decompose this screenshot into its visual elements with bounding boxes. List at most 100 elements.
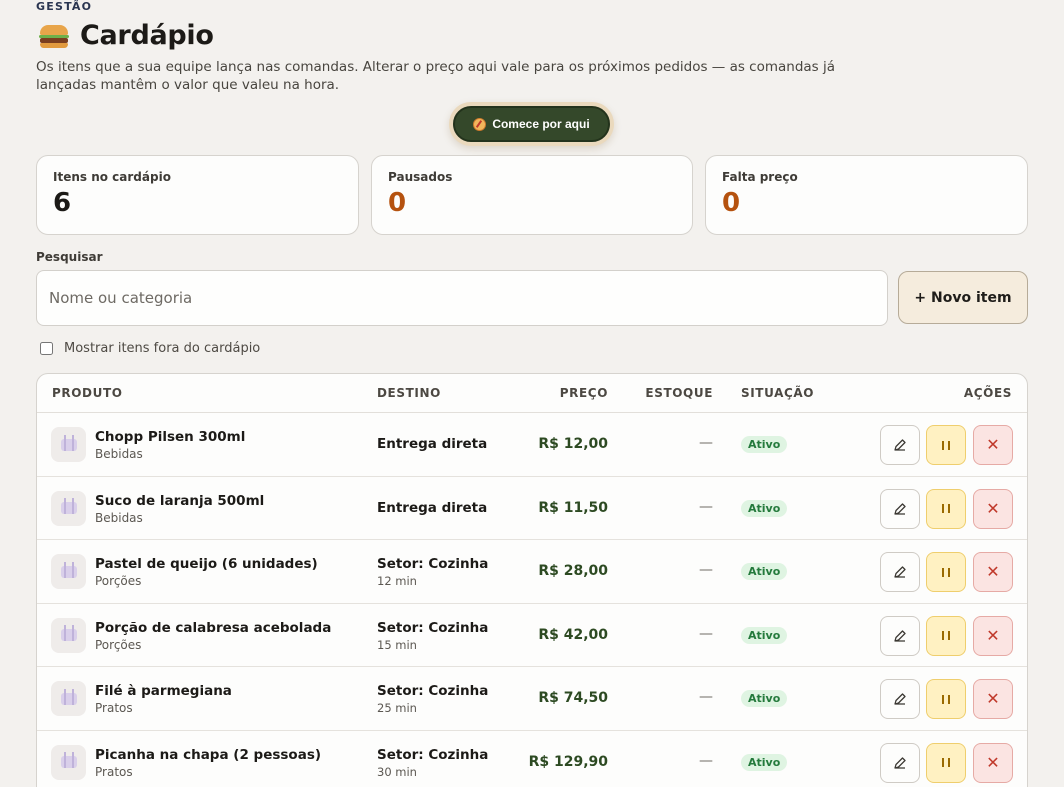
delete-button[interactable]: ✕ <box>973 488 1013 529</box>
stat-card-paused: Pausados 0 <box>371 155 693 235</box>
stat-value: 0 <box>722 188 741 218</box>
product-name: Picanha na chapa (2 pessoas) <box>95 746 322 763</box>
search-input[interactable] <box>36 270 888 326</box>
start-here-wrapper: Comece por aqui <box>449 102 614 146</box>
page-subtitle: Os itens que a sua equipe lança nas coma… <box>36 59 836 93</box>
pause-button[interactable] <box>926 425 966 465</box>
edit-button[interactable] <box>880 615 920 656</box>
pencil-icon <box>894 693 906 705</box>
cutlery-icon <box>60 625 77 641</box>
pause-button[interactable] <box>926 679 966 719</box>
compass-icon <box>473 117 487 131</box>
product-destination: Entrega direta <box>377 436 488 452</box>
table-row: Pastel de queijo (6 unidades) Porções Se… <box>37 540 1027 604</box>
product-destination: Setor: Cozinha <box>377 746 489 763</box>
show-hidden-checkbox[interactable] <box>40 342 53 355</box>
product-price: R$ 74,50 <box>538 690 608 706</box>
col-header-produto: PRODUTO <box>52 386 123 400</box>
col-header-destino: DESTINO <box>377 386 441 400</box>
product-category: Bebidas <box>95 510 143 525</box>
table-row: Filé à parmegiana Pratos Setor: Cozinha … <box>37 667 1027 731</box>
pencil-icon <box>894 566 906 578</box>
stat-label: Itens no cardápio <box>53 170 171 184</box>
product-price: R$ 42,00 <box>538 626 608 643</box>
product-thumbnail <box>51 554 86 589</box>
burger-icon <box>38 23 70 49</box>
menu-table: PRODUTO DESTINO PREÇO ESTOQUE SITUAÇÃO A… <box>36 373 1028 787</box>
table-row: Picanha na chapa (2 pessoas) Pratos Seto… <box>37 731 1027 787</box>
delete-button[interactable]: ✕ <box>973 425 1013 465</box>
col-header-preco: PREÇO <box>559 386 608 400</box>
product-category: Bebidas <box>95 447 143 461</box>
product-name: Filé à parmegiana <box>95 683 232 699</box>
delete-button[interactable]: ✕ <box>973 679 1013 719</box>
page-title: Cardápio <box>80 20 214 51</box>
status-badge: Ativo <box>741 436 788 453</box>
product-thumbnail <box>51 490 86 526</box>
product-stock: — <box>699 498 713 515</box>
product-thumbnail <box>51 744 86 780</box>
search-label: Pesquisar <box>36 250 103 264</box>
delete-button[interactable]: ✕ <box>973 615 1013 656</box>
product-stock: — <box>699 435 713 451</box>
product-category: Porções <box>95 637 142 652</box>
col-header-situacao: SITUAÇÃO <box>741 386 815 400</box>
product-stock: — <box>699 752 713 769</box>
pause-icon <box>942 567 950 577</box>
edit-button[interactable] <box>880 488 920 529</box>
edit-button[interactable] <box>880 425 920 465</box>
product-price: R$ 129,90 <box>528 753 608 770</box>
stat-label: Falta preço <box>722 170 798 184</box>
product-category: Pratos <box>95 764 133 779</box>
section-eyebrow: GESTÃO <box>36 0 93 13</box>
product-stock: — <box>699 625 713 642</box>
stat-label: Pausados <box>388 170 453 184</box>
pencil-icon <box>894 439 906 451</box>
pause-button[interactable] <box>926 552 966 592</box>
table-header: PRODUTO DESTINO PREÇO ESTOQUE SITUAÇÃO A… <box>37 374 1027 413</box>
edit-button[interactable] <box>880 679 920 719</box>
product-prep-time: 12 min <box>377 574 417 588</box>
edit-button[interactable] <box>880 552 920 592</box>
close-icon: ✕ <box>986 562 1000 581</box>
start-here-button[interactable]: Comece por aqui <box>453 106 610 142</box>
close-icon: ✕ <box>986 752 1000 772</box>
pause-icon <box>942 694 950 704</box>
status-badge: Ativo <box>741 690 788 707</box>
status-badge: Ativo <box>741 626 788 644</box>
delete-button[interactable]: ✕ <box>973 552 1013 592</box>
product-name: Porção de calabresa acebolada <box>95 619 332 636</box>
cutlery-icon <box>60 434 77 451</box>
close-icon: ✕ <box>986 689 1000 708</box>
product-stock: — <box>699 562 713 578</box>
product-destination: Setor: Cozinha <box>377 556 489 572</box>
product-category: Pratos <box>95 701 133 715</box>
product-name: Suco de laranja 500ml <box>95 492 265 509</box>
pause-button[interactable] <box>926 742 966 783</box>
new-item-button[interactable]: + Novo item <box>898 271 1028 324</box>
cutlery-icon <box>60 752 77 768</box>
product-destination: Setor: Cozinha <box>377 619 489 636</box>
col-header-estoque: ESTOQUE <box>645 386 713 400</box>
show-hidden-label: Mostrar itens fora do cardápio <box>64 341 261 356</box>
stat-value: 6 <box>53 188 72 218</box>
close-icon: ✕ <box>986 435 1000 454</box>
status-badge: Ativo <box>741 563 788 580</box>
product-destination: Setor: Cozinha <box>377 683 489 699</box>
cutlery-icon <box>60 561 77 578</box>
table-row: Suco de laranja 500ml Bebidas Entrega di… <box>37 477 1027 540</box>
pause-icon <box>942 440 950 450</box>
table-row: Chopp Pilsen 300ml Bebidas Entrega diret… <box>37 413 1027 477</box>
product-price: R$ 11,50 <box>538 499 608 516</box>
stat-value: 0 <box>388 188 407 218</box>
delete-button[interactable]: ✕ <box>973 742 1013 783</box>
stat-card-items: Itens no cardápio 6 <box>36 155 359 235</box>
pause-button[interactable] <box>926 615 966 656</box>
product-prep-time: 15 min <box>377 637 417 652</box>
cutlery-icon <box>60 688 77 705</box>
start-here-label: Comece por aqui <box>492 117 590 131</box>
product-category: Porções <box>95 574 142 588</box>
table-body: Chopp Pilsen 300ml Bebidas Entrega diret… <box>37 413 1027 787</box>
edit-button[interactable] <box>880 742 920 783</box>
pause-button[interactable] <box>926 488 966 529</box>
